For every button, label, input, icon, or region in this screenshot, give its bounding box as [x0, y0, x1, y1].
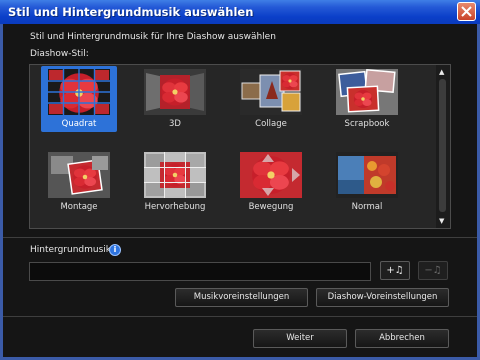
style-gallery: Quadrat 3D Collage Scrapbook Montage Her… [29, 64, 451, 229]
remove-music-button[interactable]: −♫ [418, 261, 448, 280]
style-label-quadrat: Quadrat [61, 119, 97, 129]
style-tile-normal[interactable]: Normal [329, 149, 405, 215]
gallery-scrollbar[interactable]: ▲ ▼ [436, 65, 450, 228]
close-icon [461, 6, 472, 17]
hervorhebung-thumbnail [144, 152, 206, 198]
slideshow-settings-button[interactable]: Diashow-Voreinstellungen [316, 288, 449, 307]
window-title: Stil und Hintergrundmusik auswählen [8, 5, 254, 19]
3d-thumbnail [144, 69, 206, 115]
divider-bottom [3, 316, 477, 317]
scrapbook-thumbnail [336, 69, 398, 115]
style-label-bewegung: Bewegung [248, 202, 294, 212]
style-tile-scrapbook[interactable]: Scrapbook [329, 66, 405, 132]
add-music-button[interactable]: +♫ [380, 261, 410, 280]
bewegung-thumbnail [240, 152, 302, 198]
style-tile-bewegung[interactable]: Bewegung [233, 149, 309, 215]
dialog-window: Stil und Hintergrundmusik auswählen Stil… [0, 0, 480, 360]
style-label-scrapbook: Scrapbook [344, 119, 390, 129]
instruction-text: Stil und Hintergrundmusik für Ihre Diash… [30, 32, 276, 42]
style-tile-3d[interactable]: 3D [137, 66, 213, 132]
style-label-3d: 3D [169, 119, 181, 129]
style-label-hervorhebung: Hervorhebung [144, 202, 206, 212]
style-label-normal: Normal [351, 202, 383, 212]
scroll-down-icon[interactable]: ▼ [439, 217, 444, 225]
style-tile-collage[interactable]: Collage [233, 66, 309, 132]
montage-thumbnail [48, 152, 110, 198]
style-tile-hervorhebung[interactable]: Hervorhebung [137, 149, 213, 215]
normal-thumbnail [336, 152, 398, 198]
style-label-collage: Collage [255, 119, 287, 129]
style-label: Diashow-Stil: [30, 49, 89, 59]
collage-thumbnail [240, 69, 302, 115]
divider [3, 237, 477, 238]
style-tile-montage[interactable]: Montage [41, 149, 117, 215]
info-icon[interactable]: i [109, 244, 121, 256]
scroll-thumb[interactable] [439, 79, 446, 212]
scroll-up-icon[interactable]: ▲ [439, 68, 444, 76]
next-button[interactable]: Weiter [253, 329, 347, 348]
title-bar: Stil und Hintergrundmusik auswählen [0, 0, 480, 24]
cancel-button[interactable]: Abbrechen [355, 329, 449, 348]
music-settings-button[interactable]: Musikvoreinstellungen [175, 288, 308, 307]
quadrat-thumbnail [48, 69, 110, 115]
music-label: Hintergrundmusik: [30, 245, 115, 255]
style-tile-quadrat[interactable]: Quadrat [41, 66, 117, 132]
close-button[interactable] [457, 2, 476, 21]
style-label-montage: Montage [60, 202, 98, 212]
music-file-field[interactable] [29, 262, 371, 281]
